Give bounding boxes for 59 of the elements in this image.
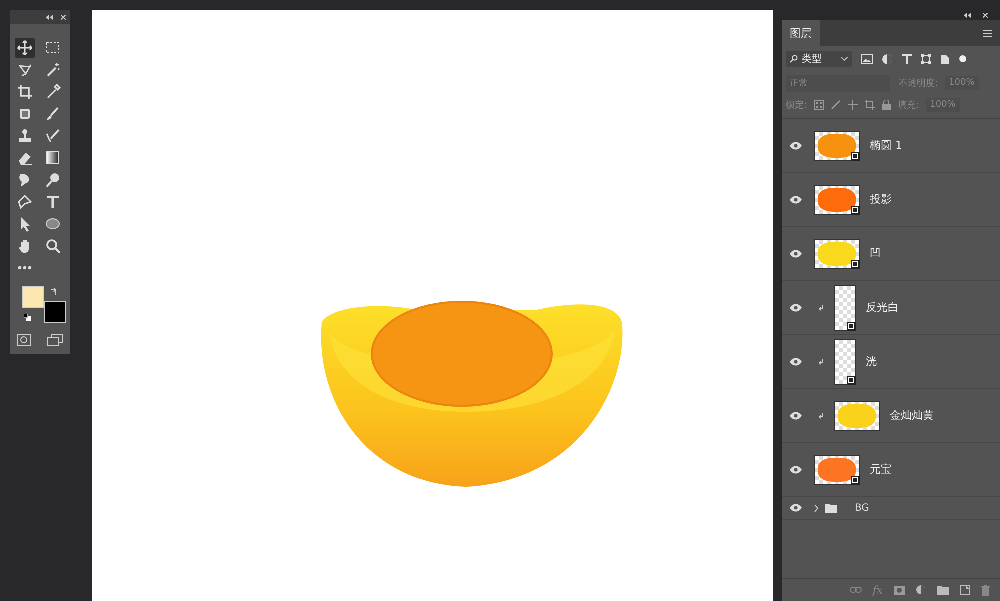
eye-icon[interactable] [790,504,802,512]
layer-row[interactable]: 金灿灿黄 [782,389,1000,443]
layer-row[interactable]: 投影 [782,173,1000,227]
caret-icon [841,57,848,61]
pen-tool-icon[interactable] [15,192,35,212]
close-icon[interactable] [983,12,988,18]
chevron-icon[interactable] [814,504,819,512]
move-icon[interactable] [848,100,858,110]
filter-toggle-icon[interactable] [959,55,967,63]
layer-name: BG [855,502,870,514]
shape-filter-icon[interactable] [921,54,931,64]
smart-object-filter-icon[interactable] [940,54,950,64]
folder-icon [825,504,837,512]
background-color-swatch[interactable] [44,301,66,323]
adjustment-icon[interactable] [916,585,926,595]
lock-pixels-icon[interactable] [814,100,824,110]
layer-row[interactable]: 椭圆 1 [782,119,1000,173]
crop-tool-icon[interactable] [15,82,35,102]
adjustment-filter-icon[interactable] [882,54,893,64]
layer-row[interactable]: 元宝 [782,443,1000,497]
screen-mode-icon[interactable] [47,334,63,346]
swap-colors-icon[interactable] [50,288,58,296]
filter-dropdown[interactable]: 类型 [786,51,852,67]
layers-tab[interactable]: 图层 [782,20,820,46]
layer-name: 元宝 [870,462,892,477]
layer-name: 反光白 [866,300,899,315]
layer-row[interactable]: 凹 [782,227,1000,281]
menu-icon[interactable] [983,30,992,36]
image-filter-icon[interactable] [861,54,873,64]
layer-name: 金灿灿黄 [890,408,934,423]
eye-icon[interactable] [790,358,802,366]
layer-name: 椭圆 1 [870,138,902,153]
mask-icon[interactable] [894,586,905,594]
layer-name: 洸 [866,354,877,369]
eye-icon[interactable] [790,250,802,258]
foreground-color-swatch[interactable] [22,286,44,308]
close-icon[interactable] [61,14,66,20]
new-layer-icon[interactable] [960,585,970,595]
type-filter-icon[interactable] [902,54,912,64]
layer-name: 凹 [870,246,881,261]
collapse-icon[interactable] [964,12,971,18]
eye-icon[interactable] [790,142,802,150]
collapse-icon[interactable] [46,14,53,20]
folder-icon[interactable] [937,586,949,594]
default-colors-icon[interactable] [24,314,31,321]
layer-name: 投影 [870,192,892,207]
artboard-icon[interactable] [865,100,876,110]
quick-mask-icon[interactable] [17,334,31,346]
eye-icon[interactable] [790,304,802,312]
eye-icon[interactable] [790,466,802,474]
eye-icon[interactable] [790,412,802,420]
search-icon [790,55,798,63]
layer-group-row[interactable]: BG [782,497,1000,520]
layer-row[interactable]: 洸 [782,335,1000,389]
move-tool-icon[interactable] [15,38,35,58]
lock-icon[interactable] [882,100,892,110]
eye-icon[interactable] [790,196,802,204]
layer-row[interactable]: 反光白 [782,281,1000,335]
brush-icon[interactable] [831,100,842,110]
